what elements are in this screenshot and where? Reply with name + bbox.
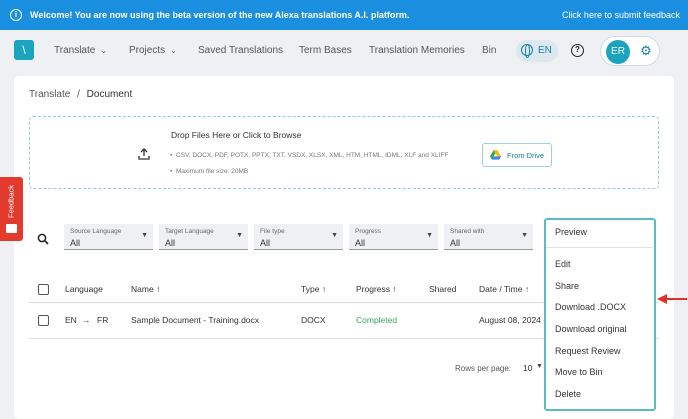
- caret-down-icon: ▼: [536, 363, 543, 370]
- caret-down-icon: ▼: [236, 232, 243, 239]
- filter-value: All: [355, 238, 366, 248]
- feedback-icon: [6, 224, 17, 233]
- sort-arrow-icon: ↑: [392, 284, 397, 294]
- filter-label: File type: [260, 228, 285, 235]
- nav-translation-memories[interactable]: Translation Memories: [369, 45, 465, 56]
- language-selector[interactable]: EN: [516, 40, 558, 62]
- filter-label: Target Language: [165, 228, 214, 235]
- source-language-filter[interactable]: Source Language All ▼: [64, 224, 153, 250]
- breadcrumb-current: Document: [86, 89, 133, 100]
- menu-item-download-docx[interactable]: Download .DOCX: [555, 302, 626, 312]
- announcement-banner: i Welcome! You are now using the beta ve…: [0, 0, 688, 30]
- menu-divider: [546, 247, 653, 248]
- user-menu[interactable]: ER ⚙: [600, 36, 660, 66]
- menu-item-move-to-bin[interactable]: Move to Bin: [555, 367, 603, 377]
- dropzone-formats: CSV, DOCX, PDF, POTX, PPTX, TXT, VSDX, X…: [170, 152, 448, 159]
- dropzone-max-size: Maximum file size: 20MB: [170, 168, 248, 175]
- submit-feedback-link[interactable]: Click here to submit feedback: [562, 10, 680, 20]
- rows-per-page-label: Rows per page:: [455, 364, 512, 373]
- header-progress-label: Progress: [356, 284, 391, 294]
- nav-saved-translations[interactable]: Saved Translations: [198, 45, 283, 56]
- filter-value: All: [165, 238, 176, 248]
- filter-label: Progress: [355, 228, 382, 235]
- arrow-right-icon: →: [82, 315, 91, 325]
- header-name-label: Name: [131, 284, 154, 294]
- menu-item-preview[interactable]: Preview: [555, 227, 587, 237]
- upload-icon: [138, 148, 150, 160]
- header-language: Language: [65, 284, 103, 294]
- rows-per-page-select[interactable]: 10: [523, 363, 532, 373]
- row-source-language: EN: [65, 315, 77, 325]
- menu-item-delete[interactable]: Delete: [555, 389, 581, 399]
- menu-item-download-original[interactable]: Download original: [555, 324, 627, 334]
- header-shared: Shared: [429, 284, 457, 294]
- nav-projects[interactable]: Projects ⌄: [129, 45, 177, 56]
- breadcrumb-translate[interactable]: Translate: [29, 89, 70, 100]
- feedback-tab-label: Feedback: [6, 185, 16, 218]
- nav-translate[interactable]: Translate ⌄: [54, 45, 107, 56]
- menu-item-edit[interactable]: Edit: [555, 259, 571, 269]
- sort-arrow-icon: ↑: [321, 284, 327, 294]
- row-progress: Completed: [356, 315, 398, 325]
- filter-value: All: [260, 238, 271, 248]
- header-type-label: Type: [301, 284, 320, 294]
- caret-down-icon: ▼: [331, 232, 338, 239]
- row-date: August 08, 2024 -: [479, 315, 547, 325]
- row-target-language: FR: [97, 315, 109, 325]
- target-language-filter[interactable]: Target Language All ▼: [159, 224, 248, 250]
- header-date-label: Date / Time: [479, 284, 523, 294]
- sort-arrow-icon: ↑: [156, 284, 161, 294]
- progress-filter[interactable]: Progress All ▼: [349, 224, 438, 250]
- caret-down-icon: ▼: [521, 232, 528, 239]
- nav-term-bases[interactable]: Term Bases: [299, 45, 352, 56]
- feedback-tab[interactable]: Feedback: [0, 177, 23, 241]
- header-name[interactable]: Name ↑: [131, 284, 160, 294]
- sort-arrow-icon: ↑: [524, 284, 530, 294]
- from-drive-button[interactable]: From Drive: [482, 143, 552, 167]
- caret-down-icon: ▼: [141, 232, 148, 239]
- filter-value: All: [450, 238, 461, 248]
- nav-translate-label: Translate: [54, 45, 96, 56]
- dropzone-title: Drop Files Here or Click to Browse: [171, 130, 302, 140]
- header-date[interactable]: Date / Time ↑: [479, 284, 529, 294]
- select-all-checkbox[interactable]: [38, 284, 49, 295]
- avatar[interactable]: ER: [606, 40, 630, 64]
- filter-label: Shared with: [450, 228, 485, 235]
- file-dropzone[interactable]: Drop Files Here or Click to Browse CSV, …: [29, 116, 659, 189]
- chevron-down-icon: ⌄: [100, 46, 108, 55]
- row-actions-menu: Preview Edit Share Download .DOCX Downlo…: [544, 218, 656, 411]
- shared-with-filter[interactable]: Shared with All ▼: [444, 224, 533, 250]
- globe-icon: [521, 44, 533, 58]
- header-progress[interactable]: Progress ↑: [356, 284, 397, 294]
- row-name[interactable]: Sample Document - Training.docx: [131, 315, 259, 325]
- filter-label: Source Language: [70, 228, 122, 235]
- banner-message: Welcome! You are now using the beta vers…: [30, 10, 410, 20]
- breadcrumb-separator: /: [77, 89, 80, 100]
- google-drive-icon: [490, 150, 501, 160]
- row-checkbox[interactable]: [38, 315, 49, 326]
- language-code: EN: [538, 45, 552, 56]
- menu-item-share[interactable]: Share: [555, 281, 579, 291]
- row-type: DOCX: [301, 315, 326, 325]
- file-type-filter[interactable]: File type All ▼: [254, 224, 343, 250]
- help-icon[interactable]: ?: [571, 44, 584, 57]
- nav-bin[interactable]: Bin: [482, 45, 496, 56]
- nav-projects-label: Projects: [129, 45, 166, 56]
- annotation-arrow-icon: [657, 294, 687, 304]
- header-type[interactable]: Type ↑: [301, 284, 326, 294]
- caret-down-icon: ▼: [426, 232, 433, 239]
- filter-value: All: [70, 238, 81, 248]
- search-icon[interactable]: [37, 233, 49, 245]
- breadcrumb: Translate / Document: [29, 89, 132, 100]
- app-logo[interactable]: \: [14, 40, 34, 60]
- chevron-down-icon: ⌄: [170, 46, 177, 55]
- info-icon: i: [10, 9, 22, 21]
- gear-icon[interactable]: ⚙: [639, 44, 653, 58]
- top-navigation: \ Translate ⌄ Projects ⌄ Saved Translation…: [0, 30, 688, 74]
- from-drive-label: From Drive: [507, 151, 545, 160]
- menu-item-request-review[interactable]: Request Review: [555, 346, 621, 356]
